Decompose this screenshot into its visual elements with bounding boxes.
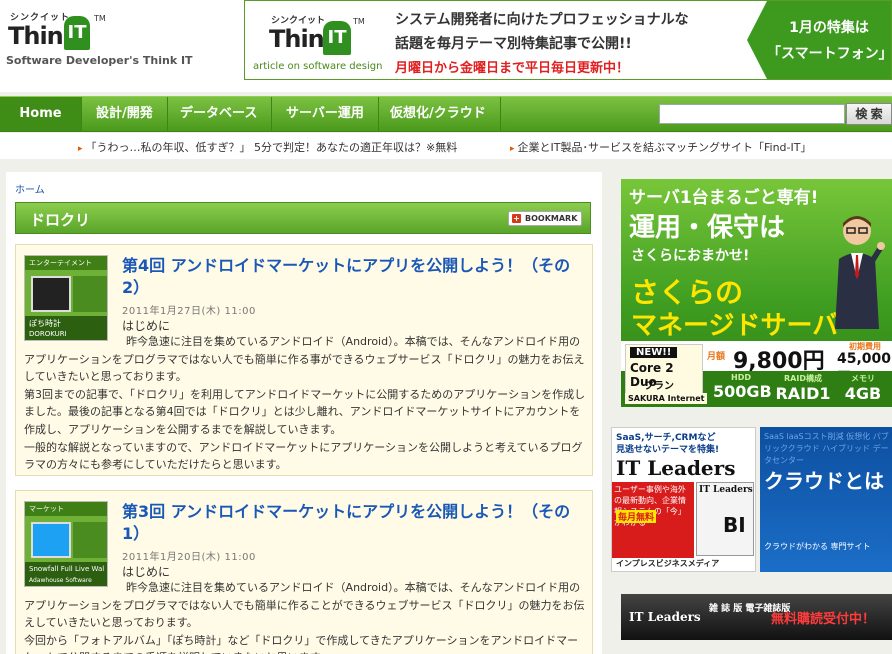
sakura-internet-logo: SAKURA Internet <box>625 393 708 404</box>
it-leaders-ad[interactable]: SaaS,サーチ,CRMなど 見逃せないテーマを特集! IT Leaders ユ… <box>611 427 756 572</box>
logo-badge: IT <box>64 16 90 50</box>
ad-title: クラウドとは <box>764 469 884 493</box>
banner-subtitle: article on software design <box>253 61 383 72</box>
ticker-link-text: 企業とIT製品･サービスを結ぶマッチングサイト「Find-IT」 <box>517 141 812 154</box>
magazine-cover: IT Leaders BI <box>696 482 754 556</box>
plus-icon: + <box>512 214 521 223</box>
main-content: ホーム ドロクリ + BOOKMARK エンターテイメント ぽち時計 DOROKU… <box>6 172 602 654</box>
promo-ticker: ▸ 「うわっ…私の年収、低すぎ？」 5分で判定！あなたの適正年収は？※無料 ▸ 企業… <box>0 133 892 159</box>
businessman-illustration-icon <box>835 216 885 329</box>
ad-line-2: 見逃せないテーマを特集! <box>616 445 720 455</box>
banner-logo-trademark: TM <box>353 17 365 26</box>
breadcrumb-home[interactable]: ホーム <box>15 181 45 196</box>
article-date: 2011年1月27日(木) 11:00 <box>122 306 256 317</box>
spec-key: RAID構成 <box>784 374 822 383</box>
article-excerpt: 昨今急速に注目を集めているアンドロイド（Android）。本稿では、そんなアンド… <box>24 333 586 474</box>
banner-logo: シンクイット Think IT TM article on software d… <box>245 1 385 79</box>
banner-headline-2: 話題を毎月テーマ別特集記事で公開!! <box>395 36 632 52</box>
article-lead: はじめに <box>122 565 171 579</box>
nav-item-home[interactable]: Home <box>0 97 82 131</box>
ticker-arrow-icon: ▸ <box>78 144 83 154</box>
nav-item-database[interactable]: データベース <box>166 97 273 131</box>
monthly-label: 月額 <box>707 352 726 362</box>
banner-headline-1: システム開発者に向けたプロフェッショナルな <box>395 12 689 28</box>
banner-feature-line-1: 1月の特集は <box>789 20 869 36</box>
ticker-link-find-it[interactable]: ▸ 企業とIT製品･サービスを結ぶマッチングサイト「Find-IT」 <box>510 139 811 155</box>
article-paragraph: 昨今急速に注目を集めているアンドロイド（Android）。本稿では、そんなアンド… <box>24 581 585 630</box>
thumbnail-screen-image <box>31 522 71 558</box>
magazine-title: IT Leaders <box>699 485 753 495</box>
bookmark-label: BOOKMARK <box>525 214 578 223</box>
nav-item-virtualization-cloud[interactable]: 仮想化/クラウド <box>376 97 501 131</box>
spec-raid: RAID構成 RAID1 <box>773 373 833 403</box>
plan-label: プラン <box>644 381 674 392</box>
section-header: ドロクリ + BOOKMARK <box>15 202 591 234</box>
ticker-arrow-icon: ▸ <box>510 144 515 154</box>
article-date: 2011年1月20日(木) 11:00 <box>122 552 256 563</box>
article-card: マーケット Snowfall Full Live Wal Adawhouse S… <box>15 490 593 654</box>
thumbnail-caption-1: Snowfall Full Live Wal <box>29 565 105 573</box>
spec-value: 500GB <box>713 382 772 401</box>
ticker-link-text: 「うわっ…私の年収、低すぎ？」 5分で判定！あなたの適正年収は？※無料 <box>85 141 458 154</box>
it-leaders-subscribe-ad[interactable]: IT Leaders 雑 誌 版 電子雑誌版 無料購読受付中！ <box>621 594 892 640</box>
top-banner-ad[interactable]: シンクイット Think IT TM article on software d… <box>244 0 892 80</box>
bookmark-button[interactable]: + BOOKMARK <box>508 211 582 226</box>
ad-brand: IT Leaders <box>629 610 701 624</box>
article-thumbnail[interactable]: エンターテイメント ぽち時計 DOROKURI <box>24 255 108 341</box>
site-header: シンクイット Think IT TM Software Developer's … <box>0 0 892 92</box>
ad-caption: クラウドがわかる 専門サイト <box>764 542 871 551</box>
article-card: エンターテイメント ぽち時計 DOROKURI 第4回 アンドロイドマーケットに… <box>15 244 593 476</box>
search-button[interactable]: 検 索 <box>846 103 892 125</box>
spec-key: メモリ <box>851 374 875 383</box>
free-badge: 毎月無料 <box>616 510 657 523</box>
spec-key: HDD <box>731 373 751 382</box>
logo-trademark: TM <box>94 14 106 23</box>
article-thumbnail[interactable]: マーケット Snowfall Full Live Wal Adawhouse S… <box>24 501 108 587</box>
nav-item-design-dev[interactable]: 設計/開発 <box>82 97 168 131</box>
plan-box: NEW!! Core 2 Duo プラン <box>625 344 703 396</box>
article-lead: はじめに <box>122 319 171 333</box>
banner-arrow-icon <box>747 1 767 79</box>
article-paragraph: 第3回までの記事で、「ドロクリ」を利用してアンドロイドマーケットに公開するための… <box>24 387 586 436</box>
banner-feature-line-2: 「スマートフォン」 <box>767 46 892 62</box>
site-tagline: Software Developer's Think IT <box>6 54 193 67</box>
main-nav: Home 設計/開発 データベース サーバー運用 仮想化/クラウド 検 索 <box>0 96 892 132</box>
article-title[interactable]: 第3回 アンドロイドマーケットにアプリを公開しよう！（その1） <box>122 501 586 545</box>
cloud-ad[interactable]: SaaS laaSコスト削減 仮想化 パブリッククラウド ハイブリッド データセ… <box>760 427 892 572</box>
nav-item-server-ops[interactable]: サーバー運用 <box>272 97 379 131</box>
ad-headline-1: サーバ1台まるごと専有! <box>629 188 819 208</box>
ad-cta: 無料購読受付中！ <box>771 612 876 627</box>
ad-title: IT Leaders <box>616 456 736 480</box>
spec-hdd: HDD 500GB <box>713 373 772 401</box>
spec-value: RAID1 <box>775 384 831 403</box>
ad-headline-2: 運用・保守は <box>629 213 786 243</box>
article-paragraph: 一般的な解説となっていますので、アンドロイドマーケットにアプリケーションを公開し… <box>24 440 583 472</box>
article-excerpt: 昨今急速に注目を集めているアンドロイド（Android）。本稿では、そんなアンド… <box>24 579 586 654</box>
search-input[interactable] <box>659 104 845 124</box>
site-logo[interactable]: シンクイット Think IT TM Software Developer's … <box>6 10 246 80</box>
ad-headline-3: さくらにおまかせ! <box>631 248 750 264</box>
spec-memory: メモリ 4GB <box>837 373 889 403</box>
ad-background-text: SaaS laaSコスト削減 仮想化 パブリッククラウド ハイブリッド データセ… <box>764 432 889 465</box>
article-paragraph: 昨今急速に注目を集めているアンドロイド（Android）。本稿では、そんなアンド… <box>24 335 585 384</box>
banner-logo-badge: IT <box>323 21 351 55</box>
ticker-link-salary[interactable]: ▸ 「うわっ…私の年収、低すぎ？」 5分で判定！あなたの適正年収は？※無料 <box>78 139 457 155</box>
sakura-managed-server-ad[interactable]: サーバ1台まるごと専有! 運用・保守は さくらにおまかせ! さくらの マネージド… <box>621 179 892 407</box>
banner-headline-3: 月曜日から金曜日まで平日毎日更新中！ <box>395 61 630 76</box>
thumbnail-screen-image <box>31 276 71 312</box>
thumbnail-category: マーケット <box>25 502 107 516</box>
magazine-topic: BI <box>723 513 746 537</box>
publisher-name: インプレスビジネスメディア <box>612 558 755 571</box>
ad-headline-5: マネージドサーバ <box>631 311 839 341</box>
thumbnail-category: エンターテイメント <box>25 256 107 270</box>
thumbnail-caption-1: ぽち時計 <box>29 319 61 328</box>
new-badge: NEW!! <box>630 347 678 358</box>
thumbnail-screen-image <box>73 276 107 312</box>
article-title[interactable]: 第4回 アンドロイドマーケットにアプリを公開しよう！（その2） <box>122 255 586 299</box>
banner-feature-box[interactable]: 1月の特集は 「スマートフォン」 <box>747 1 892 79</box>
article-paragraph: 今回から「フォトアルバム」「ぽち時計」など「ドロクリ」で作成してきたアプリケーシ… <box>24 633 579 654</box>
section-title: ドロクリ <box>30 211 91 229</box>
spec-value: 4GB <box>844 384 882 403</box>
thumbnail-screen-image <box>73 522 107 558</box>
